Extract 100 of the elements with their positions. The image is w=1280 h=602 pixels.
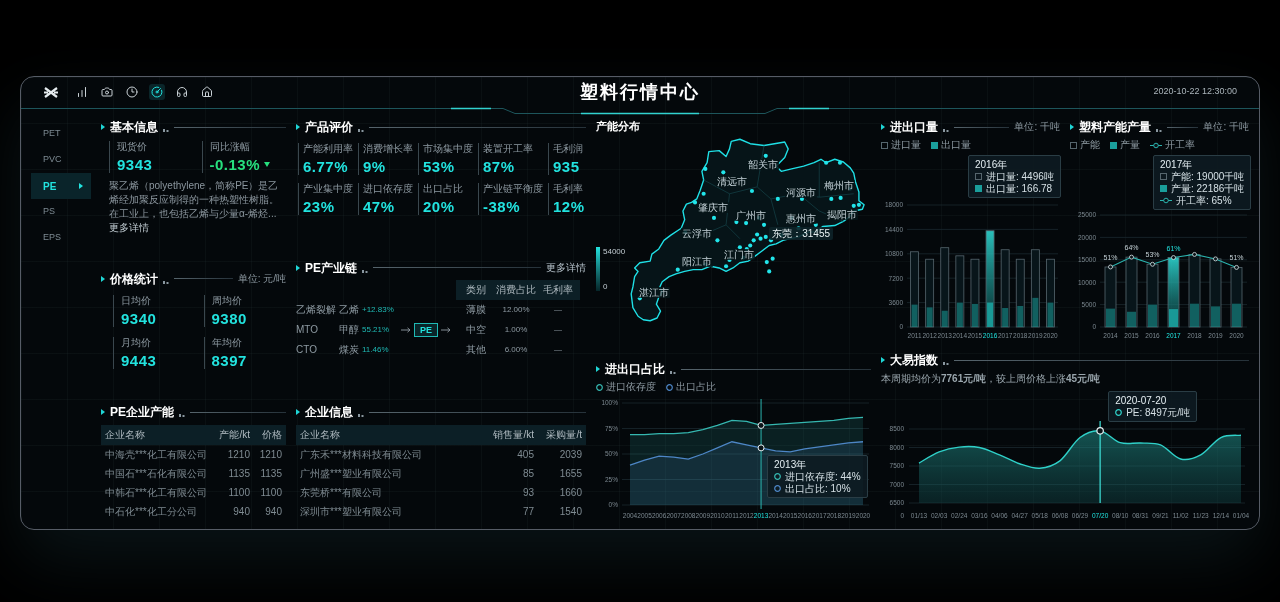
bullet-icon: [101, 275, 105, 282]
unit-label: 单位: 元/吨: [237, 272, 286, 285]
table-cell-text: 1.00%: [503, 324, 529, 335]
sidebar-item[interactable]: PET: [31, 121, 91, 147]
sidebar-item[interactable]: EPS: [31, 225, 91, 251]
tooltip-title: 2017年: [1160, 159, 1194, 170]
column-header: 企业名称: [300, 429, 341, 441]
table-cell-text: 其他: [465, 343, 487, 356]
column-header: 毛利率: [542, 283, 574, 296]
column-header: 消费占比: [495, 283, 537, 296]
table-cell-text: 940: [232, 505, 250, 518]
tooltip-marker-icon: [1160, 197, 1172, 204]
tooltip-marker-icon: [975, 173, 982, 180]
section-title: 企业信息: [305, 405, 353, 419]
city-label: 云浮市: [681, 228, 714, 240]
bullet-icon: [596, 366, 600, 372]
table-cell-text: 940: [264, 505, 282, 518]
table-cell-text: 12.00%: [501, 304, 531, 315]
table-cell-text: 1100: [227, 486, 250, 499]
tooltip-text: 进口依存度: 44%: [785, 471, 861, 482]
table-cell-text: 中韩石***化工有限公司: [105, 486, 208, 499]
legend-label: 产能: [1080, 139, 1100, 151]
table-cell-text: 2039: [558, 448, 582, 461]
dots-icon: [163, 280, 169, 284]
toolbar-button[interactable]: [174, 84, 190, 100]
tooltip-text: 产量: 22186千吨: [1171, 183, 1245, 194]
table-cell-text: 405: [516, 448, 534, 461]
toolbar-button[interactable]: [199, 84, 215, 100]
dots-icon: [358, 414, 364, 417]
toolbar-button[interactable]: [124, 84, 140, 100]
section-title: PE企业产能: [110, 405, 174, 419]
logo-icon: [43, 86, 59, 98]
table-cell-text: 东莞桥***有限公司: [300, 486, 383, 499]
share-value: 11.46%: [362, 344, 390, 355]
data-point-marker: [1096, 427, 1104, 435]
table-cell-text: 薄膜: [465, 303, 487, 316]
city-label: 河源市: [784, 186, 817, 198]
table-cell-text: 深圳市***塑业有限公司: [300, 505, 403, 518]
sidebar-item[interactable]: PVC: [31, 147, 91, 173]
toolbar-button[interactable]: [99, 84, 115, 100]
stat-label: 周均价: [211, 294, 243, 307]
route-label: 乙烯裂解: [296, 303, 337, 316]
scale-max-label: 54000: [603, 247, 626, 256]
stat-label: 产业集中度: [303, 183, 354, 195]
stat-label: 市场集中度: [423, 143, 474, 155]
table-cell-text: 6.00%: [503, 344, 529, 355]
stat-label: 进口依存度: [363, 183, 414, 195]
stat-label: 日均价: [121, 294, 152, 307]
sidebar-item[interactable]: PS: [31, 199, 91, 225]
bullet-icon: [296, 409, 300, 415]
sidebar-item[interactable]: PE: [31, 173, 91, 199]
data-point-marker: [1213, 256, 1218, 262]
tooltip-marker-icon: [1115, 409, 1123, 416]
column-header: 价格: [261, 429, 282, 441]
section-title: 大易指数: [890, 353, 938, 367]
map-title: 产能分布: [596, 119, 641, 133]
stat-value: 20%: [423, 198, 455, 215]
route-label: CTO: [296, 343, 318, 356]
clock-icon: [126, 86, 138, 98]
section-title: 基本信息: [110, 120, 158, 134]
toolbar-button[interactable]: [149, 84, 165, 100]
stat-label: 产业链平衡度: [483, 183, 544, 195]
table-cell-text: 85: [521, 467, 534, 480]
table-cell-text: —: [553, 344, 563, 355]
feedstock-label: 煤炭: [339, 343, 360, 356]
table-cell-text: 1540: [558, 505, 582, 518]
dots-icon: [943, 129, 949, 132]
table-cell-text: 中海壳***化工有限公司: [105, 448, 208, 461]
dots-icon: [179, 414, 185, 417]
stat-value: -38%: [483, 198, 521, 215]
more-link[interactable]: 更多详情: [546, 261, 586, 274]
stat-label: 产能利用率: [303, 143, 354, 155]
stat-label: 月均价: [121, 336, 152, 349]
stat-value: 9%: [363, 158, 386, 175]
stat-value: 23%: [303, 198, 335, 215]
scale-min-label: 0: [603, 282, 609, 291]
feedstock-label: 乙烯: [339, 303, 360, 316]
arrow-icon: [441, 326, 451, 333]
stat-label: 出口占比: [423, 183, 464, 195]
dashboard-title: 塑料行情中心: [580, 81, 700, 103]
bullet-icon: [296, 124, 300, 130]
data-point-marker: [1234, 265, 1239, 270]
table-cell-text: 1135: [227, 467, 250, 480]
column-header: 类别: [465, 283, 487, 296]
legend-label: 开工率: [1165, 139, 1195, 151]
dots-icon: [670, 371, 676, 374]
table-cell-text: 1660: [558, 486, 582, 499]
caret-icon: [79, 183, 83, 189]
legend-label: 进口量: [891, 139, 921, 151]
data-point-marker: [757, 444, 765, 452]
table-cell-text: 1210: [258, 448, 282, 461]
stat-value: 6.77%: [303, 158, 349, 175]
tooltip-title: 2016年: [975, 159, 1009, 170]
stat-value: 53%: [423, 158, 455, 175]
stat-label: 年均价: [211, 336, 243, 349]
table-cell-text: 广州盛***塑业有限公司: [300, 467, 403, 480]
more-link[interactable]: 更多详情: [109, 222, 149, 233]
section-title: PE产业链: [305, 260, 357, 275]
data-point-marker: [1150, 261, 1155, 267]
unit-label: 单位: 千吨: [1014, 121, 1060, 133]
